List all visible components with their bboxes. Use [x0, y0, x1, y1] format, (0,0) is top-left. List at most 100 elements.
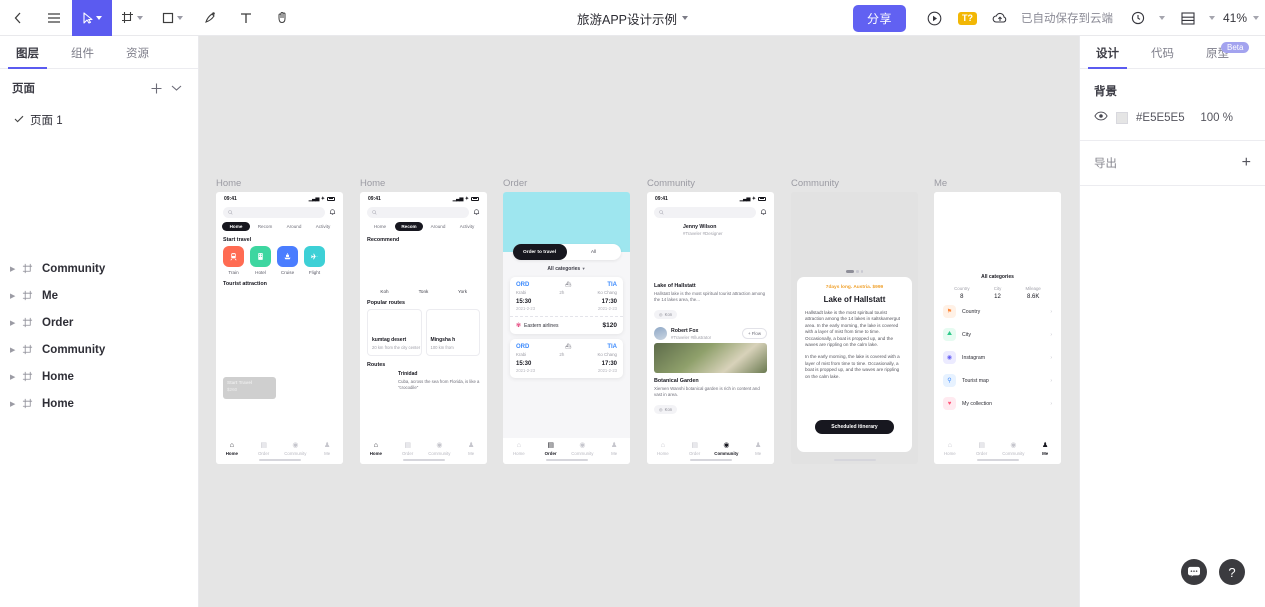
rectangle-icon[interactable] [152, 0, 192, 36]
tab-components[interactable]: 组件 [55, 36, 110, 69]
nav-community[interactable]: ◉ Community [424, 441, 456, 456]
quick-action-train[interactable]: Train [223, 246, 244, 275]
nav-home[interactable]: ⌂ Home [216, 441, 248, 456]
post-user-row-1[interactable]: Jenny Wilson #Traveler #Designer [647, 218, 774, 236]
plus-icon[interactable] [146, 78, 166, 98]
layout-grid-icon[interactable] [1173, 3, 1203, 33]
segment-order-to-travel[interactable]: Order to travel [512, 244, 567, 260]
tab-activity[interactable]: Activity [309, 222, 337, 231]
tab-recom[interactable]: Recom [395, 222, 423, 231]
nav-home[interactable]: ⌂ Home [934, 441, 966, 456]
shape-dropdown-caret[interactable] [176, 15, 183, 20]
plus-icon[interactable]: + [1242, 155, 1251, 171]
phone-frame[interactable]: All categories Country 8 City 12 Mileage… [934, 192, 1061, 464]
phone-frame[interactable]: 09:41 ▁▃▅ ✦ Home [360, 192, 487, 464]
disclosure-triangle-icon[interactable]: ▶ [10, 319, 22, 327]
chevron-down-icon[interactable] [166, 78, 186, 98]
history-caret[interactable] [1158, 16, 1165, 20]
nav-home[interactable]: ⌂ Home [647, 441, 679, 456]
nav-me[interactable]: ♟ Me [311, 441, 343, 456]
tab-design[interactable]: 设计 [1080, 36, 1135, 69]
document-title-caret[interactable] [682, 16, 688, 20]
phone-frame[interactable]: 09:41 ▁▃▅ ✦ Jenny Wilson #Traveler #Desi… [647, 192, 774, 464]
search-input[interactable] [223, 207, 325, 218]
artboard-title[interactable]: Order [503, 178, 630, 189]
background-hex-value[interactable]: #E5E5E5 [1136, 112, 1185, 124]
phone-frame[interactable]: 7days long. Austria. $999 Lake of Hallst… [791, 192, 918, 464]
carousel-dot-active[interactable] [846, 270, 854, 273]
recommend-card[interactable]: York [445, 246, 480, 294]
ticket-card-1[interactable]: ORD ⛴ TIA Krabi 2h Ko Chang 15:30 17:30 [510, 277, 623, 334]
layer-row-order[interactable]: ▶ Order [0, 309, 198, 336]
background-color-swatch[interactable] [1116, 111, 1128, 124]
nav-me[interactable]: ♟ Me [455, 441, 487, 456]
text-tool-icon[interactable] [228, 0, 264, 36]
menu-row-country[interactable]: ⚑ Country › [934, 300, 1061, 323]
artboard-title[interactable]: Community [647, 178, 774, 189]
quick-action-hotel[interactable]: Hotel [250, 246, 271, 275]
quick-action-flight[interactable]: Flight [304, 246, 325, 275]
route-post[interactable]: Trinidad Cuba, across the sea from Flori… [360, 371, 487, 391]
tab-activity[interactable]: Activity [453, 222, 481, 231]
nav-community[interactable]: ◉ Community [711, 441, 743, 456]
nav-community[interactable]: ◉ Community [567, 441, 599, 456]
tab-around[interactable]: Around [280, 222, 308, 231]
background-opacity-value[interactable]: 100 % [1200, 112, 1251, 124]
layer-row-me[interactable]: ▶ Me [0, 282, 198, 309]
menu-row-instagram[interactable]: ◉ Instagram › [934, 346, 1061, 369]
quick-action-cruise[interactable]: Cruise [277, 246, 298, 275]
carousel-dot[interactable] [856, 270, 859, 273]
design-canvas[interactable]: Home 09:41 ▁▃▅ ✦ Home Recom Around Activ… [199, 36, 1079, 607]
disclosure-triangle-icon[interactable]: ▶ [10, 400, 22, 408]
follow-button[interactable]: + Flow [741, 328, 767, 339]
layer-row-community-1[interactable]: ▶ Community [0, 255, 198, 282]
eye-icon[interactable] [1094, 111, 1108, 124]
tab-layers[interactable]: 图层 [0, 36, 55, 69]
menu-row-city[interactable]: ⛰ City › [934, 323, 1061, 346]
play-preview-icon[interactable] [920, 3, 950, 33]
bell-icon[interactable] [329, 208, 336, 218]
phone-frame[interactable]: 09:41 ▁▃▅ ✦ Home [216, 192, 343, 464]
artboard-community-1[interactable]: Community 09:41 ▁▃▅ ✦ Jenny Wilson #Trav… [647, 178, 774, 464]
route-card[interactable]: kumtag desert 20 km from the city center [367, 309, 422, 356]
nav-home[interactable]: ⌂ Home [360, 441, 392, 456]
artboard-me[interactable]: Me All categories Country 8 City 12 Mile… [934, 178, 1061, 464]
post-location-chip[interactable]: ◎ Kon [654, 310, 678, 319]
layout-caret[interactable] [1208, 16, 1215, 20]
nav-order[interactable]: ▤ Order [248, 441, 280, 456]
segment-all[interactable]: All [567, 250, 621, 255]
tab-code[interactable]: 代码 [1135, 36, 1190, 69]
artboard-title[interactable]: Me [934, 178, 1061, 189]
back-button[interactable] [0, 0, 36, 36]
nav-order[interactable]: ▤ Order [966, 441, 998, 456]
tab-recom[interactable]: Recom [251, 222, 279, 231]
hamburger-menu-icon[interactable] [36, 0, 72, 36]
carousel-dot[interactable] [860, 270, 863, 273]
layer-row-home-2[interactable]: ▶ Home [0, 390, 198, 417]
menu-row-tourist-map[interactable]: ⚲ Tourist map › [934, 369, 1061, 392]
recommend-card[interactable]: Koh [367, 246, 402, 294]
hand-tool-icon[interactable] [264, 0, 300, 36]
document-title[interactable]: 旅游APP设计示例 [577, 9, 677, 28]
page-item-1[interactable]: 页面 1 [0, 107, 198, 133]
artboard-title[interactable]: Home [216, 178, 343, 189]
question-mark-icon[interactable]: ? [1219, 559, 1245, 585]
tab-home[interactable]: Home [222, 222, 250, 231]
frame-dropdown-caret[interactable] [137, 15, 143, 20]
layer-row-community-2[interactable]: ▶ Community [0, 336, 198, 363]
disclosure-triangle-icon[interactable]: ▶ [10, 346, 22, 354]
nav-me[interactable]: ♟ Me [598, 441, 630, 456]
zoom-level[interactable]: 41% [1223, 11, 1247, 25]
cursor-select-icon[interactable] [72, 0, 112, 36]
post-user-row-2[interactable]: Robert Fox #Traveler #Illustrator + Flow [647, 321, 774, 340]
artboard-community-detail[interactable]: Community 7days long. Austria. $999 Lake… [791, 178, 918, 464]
disclosure-triangle-icon[interactable]: ▶ [10, 373, 22, 381]
search-input[interactable] [367, 207, 469, 218]
disclosure-triangle-icon[interactable]: ▶ [10, 292, 22, 300]
tab-home[interactable]: Home [366, 222, 394, 231]
ticket-card-2[interactable]: ORD ⛴ TIA Krabi 2h Ko Chang 15:30 17:30 [510, 339, 623, 378]
nav-community[interactable]: ◉ Community [280, 441, 312, 456]
artboard-title[interactable]: Home [360, 178, 487, 189]
nav-me[interactable]: ♟ Me [742, 441, 774, 456]
artboard-order[interactable]: Order Order to travel All All categories… [503, 178, 630, 464]
